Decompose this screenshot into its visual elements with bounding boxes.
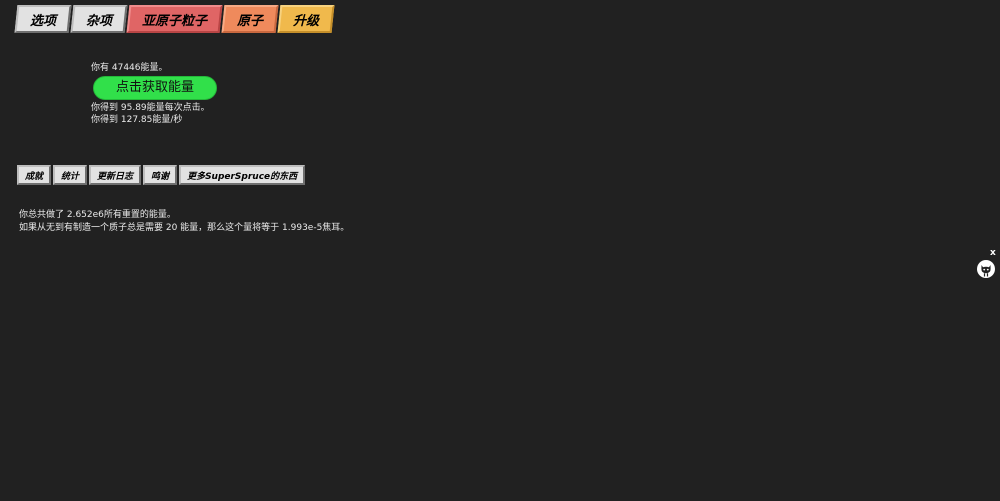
click-energy-button[interactable]: 点击获取能量	[93, 76, 217, 100]
tab-options[interactable]: 选项	[14, 5, 72, 33]
subtab-changelog[interactable]: 更新日志	[89, 165, 142, 185]
stats-subtabs: 成就 统计 更新日志 鸣谢 更多SuperSpruce的东西	[17, 165, 306, 185]
tab-subatomic[interactable]: 亚原子粒子	[126, 5, 223, 33]
total-energy-line: 你总共做了 2.652e6所有重置的能量。	[19, 210, 176, 220]
energy-have-prefix: 你有	[91, 63, 112, 73]
subtab-credits[interactable]: 鸣谢	[143, 165, 178, 185]
github-cat-icon[interactable]	[977, 260, 995, 278]
statistics-text: 你总共做了 2.652e6所有重置的能量。 如果从无到有制造一个质子总是需要 2…	[19, 209, 349, 235]
energy-have-suffix: 能量。	[140, 63, 168, 73]
tab-misc[interactable]: 杂项	[70, 5, 128, 33]
tab-options-label: 选项	[30, 13, 57, 29]
game-root: 选项 杂项 亚原子粒子 原子 升级 你有 47446能量。 点击获取能量 你得到…	[0, 0, 1000, 501]
joules-equivalent-line: 如果从无到有制造一个质子总是需要 20 能量，那么这个量将等于 1.993e-5…	[19, 223, 350, 233]
tab-upgrades-label: 升级	[293, 13, 320, 29]
main-tabs: 选项 杂项 亚原子粒子 原子 升级	[14, 5, 335, 33]
energy-per-click-text: 你得到 95.89能量每次点击。	[91, 102, 217, 114]
tab-upgrades[interactable]: 升级	[277, 5, 335, 33]
subtab-more-superspruce[interactable]: 更多SuperSpruce的东西	[179, 165, 306, 185]
close-widget-button[interactable]: x	[990, 248, 996, 258]
tab-atoms-label: 原子	[237, 13, 264, 29]
tab-misc-label: 杂项	[86, 13, 113, 29]
per-click-prefix: 你得到	[91, 103, 121, 113]
subtab-achievements[interactable]: 成就	[17, 165, 52, 185]
per-sec-prefix: 你得到	[91, 115, 121, 125]
per-click-value: 95.89	[120, 103, 147, 113]
per-sec-suffix: 能量/秒	[152, 115, 183, 125]
energy-panel: 你有 47446能量。 点击获取能量 你得到 95.89能量每次点击。 你得到 …	[91, 62, 217, 126]
energy-amount: 47446	[111, 63, 141, 73]
per-sec-value: 127.85	[120, 115, 153, 125]
tab-atoms[interactable]: 原子	[221, 5, 279, 33]
per-click-suffix: 能量每次点击。	[146, 103, 210, 113]
subtab-statistics[interactable]: 统计	[53, 165, 88, 185]
energy-per-second-text: 你得到 127.85能量/秒	[91, 114, 217, 126]
energy-amount-text: 你有 47446能量。	[91, 62, 217, 74]
tab-subatomic-label: 亚原子粒子	[142, 13, 208, 29]
